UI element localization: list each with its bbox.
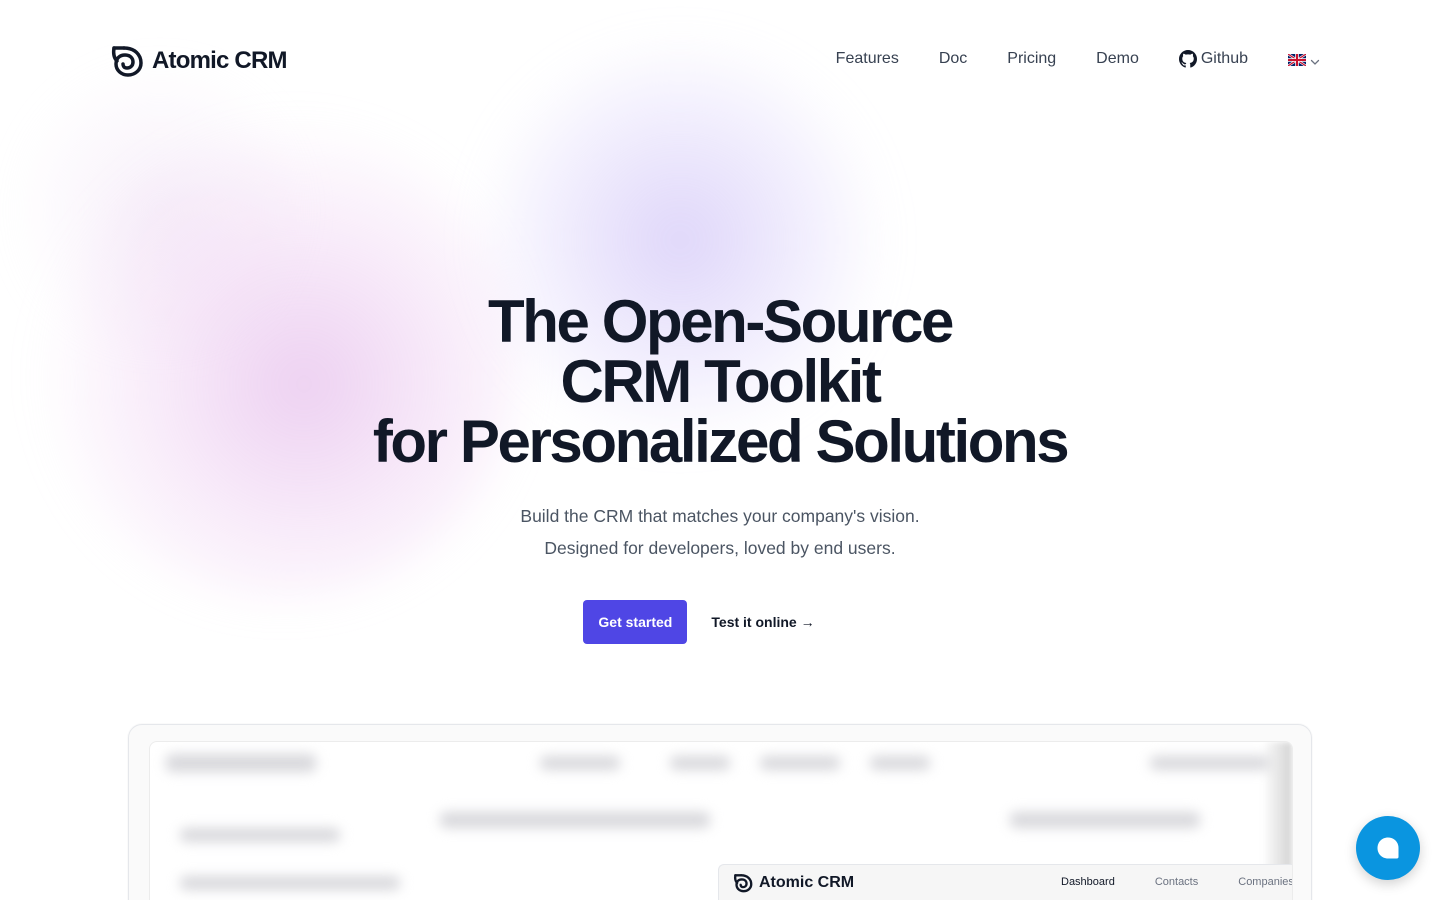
hero-title-line: CRM Toolkit: [560, 348, 882, 415]
atomic-crm-logo-icon: [110, 44, 144, 78]
chevron-down-icon: [1310, 54, 1320, 65]
brand-link[interactable]: Atomic CRM: [110, 44, 287, 78]
nav-doc[interactable]: Doc: [939, 50, 967, 68]
test-online-link[interactable]: Test it online →: [711, 600, 814, 644]
uk-flag-icon: [1287, 53, 1307, 67]
main-nav: Features Doc Pricing Demo Github: [836, 50, 1320, 68]
hero-actions: Get started Test it online →: [0, 600, 1440, 644]
preview-tab-companies[interactable]: Companies: [1238, 876, 1292, 888]
nav-github[interactable]: Github: [1178, 50, 1248, 68]
chat-launcher-button[interactable]: [1356, 816, 1420, 880]
nav-demo[interactable]: Demo: [1096, 50, 1139, 68]
github-icon: [1178, 50, 1197, 68]
nav-features[interactable]: Features: [836, 50, 899, 68]
hero-title-line: The Open-Source: [487, 288, 954, 355]
preview-tab-dashboard[interactable]: Dashboard: [1061, 876, 1115, 888]
blurred-user: [1150, 756, 1270, 770]
hero-title-line: for Personalized Solutions: [372, 408, 1070, 475]
get-started-button[interactable]: Get started: [583, 600, 688, 644]
hero-title: The Open-Source CRM Toolkit for Personal…: [0, 292, 1440, 472]
preview-tab-contacts[interactable]: Contacts: [1155, 876, 1198, 888]
hero-subtitle-line: Build the CRM that matches your company'…: [520, 506, 920, 526]
blurred-header: [166, 754, 316, 772]
preview-brand-name: Atomic CRM: [759, 874, 855, 891]
blurred-tab: [670, 756, 730, 770]
chat-bubble-icon: [1376, 836, 1400, 860]
blurred-tab: [870, 756, 930, 770]
app-preview-foreground: Atomic CRM Dashboard Contacts Companies: [718, 864, 1292, 900]
nav-github-label: Github: [1200, 50, 1248, 67]
hero-subtitle-line: Designed for developers, loved by end us…: [544, 538, 896, 558]
blurred-heading: [1010, 812, 1200, 828]
language-selector[interactable]: [1287, 53, 1320, 67]
brand-name: Atomic CRM: [152, 47, 287, 74]
blurred-row: [180, 828, 340, 842]
preview-brand: Atomic CRM: [733, 873, 854, 893]
atomic-crm-logo-icon: [733, 873, 753, 893]
preview-nav: Dashboard Contacts Companies: [1061, 876, 1292, 888]
blurred-tab: [760, 756, 840, 770]
blurred-heading: [440, 812, 710, 828]
nav-pricing[interactable]: Pricing: [1007, 50, 1056, 68]
blurred-row: [180, 876, 400, 890]
hero-subtitle: Build the CRM that matches your company'…: [0, 500, 1440, 564]
site-header: Atomic CRM Features Doc Pricing Demo Git…: [0, 0, 1440, 124]
blurred-tab: [540, 756, 620, 770]
